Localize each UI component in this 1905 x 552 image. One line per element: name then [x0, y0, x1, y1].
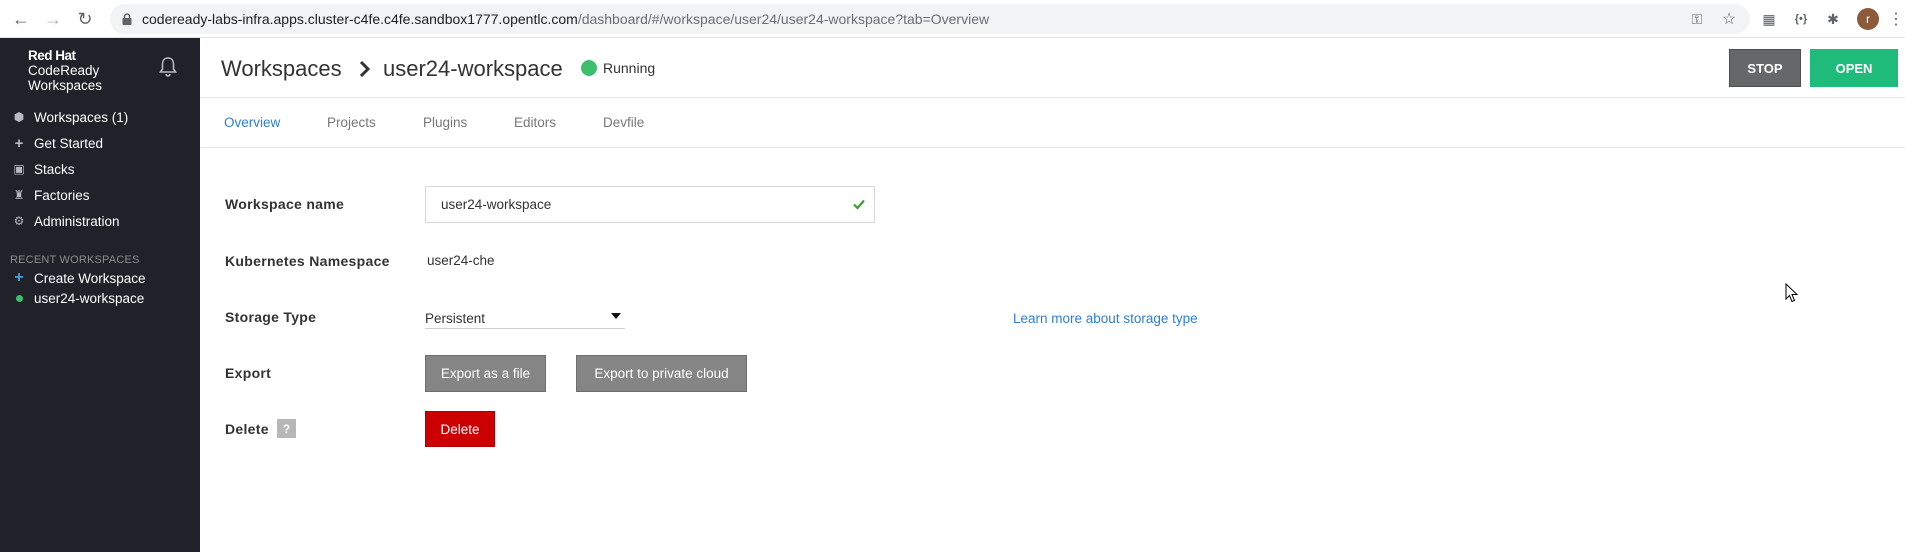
export-cloud-button[interactable]: Export to private cloud [576, 355, 747, 392]
plus-icon: + [14, 134, 24, 152]
back-icon[interactable]: ← [10, 8, 32, 30]
sidebar-item-label: Administration [34, 213, 120, 229]
recent-workspaces-list: + Create Workspace user24-workspace [0, 268, 200, 308]
page-header: Workspaces user24-workspace Running STOP… [200, 38, 1905, 98]
chevron-right-icon [359, 60, 371, 78]
caret-down-icon [611, 313, 621, 319]
storage-type-label: Storage Type [225, 309, 317, 325]
brand-line-1: Red Hat [28, 48, 76, 63]
storage-type-help-link[interactable]: Learn more about storage type [1013, 311, 1198, 326]
sidebar-item-label: Get Started [34, 135, 104, 151]
status-dot-icon [12, 291, 26, 305]
extension-code-icon[interactable]: {•} [1790, 8, 1812, 30]
plus-icon: + [14, 269, 24, 286]
tab-bar: Overview Projects Plugins Editors Devfil… [200, 98, 1905, 148]
namespace-value: user24-che [427, 253, 495, 268]
avatar[interactable]: r [1857, 8, 1879, 30]
key-icon[interactable]: ⚿ [1686, 8, 1708, 30]
open-button[interactable]: OPEN [1810, 49, 1898, 87]
stop-button[interactable]: STOP [1729, 49, 1801, 87]
status-indicator-icon [581, 60, 597, 76]
sidebar-item-create-workspace[interactable]: + Create Workspace [0, 268, 200, 288]
puzzle-icon[interactable]: ✱ [1822, 8, 1844, 30]
sidebar-item-stacks[interactable]: ▣ Stacks [0, 156, 200, 182]
sidebar-item-label: user24-workspace [34, 290, 145, 306]
address-bar[interactable]: codeready-labs-infra.apps.cluster-c4fe.c… [110, 4, 1750, 34]
recent-workspaces-title: RECENT WORKSPACES [10, 254, 140, 266]
tab-editors[interactable]: Editors [514, 115, 556, 130]
browser-toolbar: ← → ↻ codeready-labs-infra.apps.cluster-… [0, 0, 1905, 38]
workspace-name-value: user24-workspace [441, 197, 552, 212]
url-text: codeready-labs-infra.apps.cluster-c4fe.c… [142, 11, 990, 27]
namespace-label: Kubernetes Namespace [225, 253, 390, 269]
status-badge: Running [603, 60, 656, 76]
star-icon[interactable]: ☆ [1718, 8, 1740, 30]
delete-label: Delete [225, 421, 269, 437]
reload-icon[interactable]: ↻ [74, 8, 96, 30]
menu-dots-icon[interactable]: ⋮ [1885, 8, 1905, 30]
export-label: Export [225, 365, 272, 381]
bell-icon[interactable] [158, 56, 178, 78]
sidebar-item-label: Create Workspace [34, 270, 146, 286]
export-file-button[interactable]: Export as a file [425, 355, 546, 392]
breadcrumb-workspaces[interactable]: Workspaces [221, 56, 342, 82]
sidebar-nav: ⬢ Workspaces (1) + Get Started ▣ Stacks … [0, 104, 200, 234]
storage-type-select[interactable]: Persistent [425, 308, 625, 329]
brand-line-3: Workspaces [28, 78, 103, 93]
workspace-name-label: Workspace name [225, 196, 345, 212]
lock-icon [122, 13, 132, 25]
stack-icon: ▣ [13, 162, 25, 176]
tab-plugins[interactable]: Plugins [423, 115, 467, 130]
sidebar-item-recent-workspace[interactable]: user24-workspace [0, 288, 200, 308]
delete-button[interactable]: Delete [425, 411, 495, 447]
extension-grid-icon[interactable]: ▦ [1758, 8, 1780, 30]
sidebar-item-label: Workspaces (1) [34, 109, 129, 125]
brand-line-2: CodeReady [28, 63, 100, 78]
help-icon[interactable]: ? [277, 419, 296, 438]
mouse-cursor-icon [1785, 283, 1799, 303]
tab-devfile[interactable]: Devfile [603, 115, 644, 130]
sidebar-item-workspaces[interactable]: ⬢ Workspaces (1) [0, 104, 200, 130]
sidebar-item-factories[interactable]: ♜ Factories [0, 182, 200, 208]
sidebar-item-label: Factories [34, 187, 90, 203]
check-icon [853, 199, 865, 210]
sidebar-item-administration[interactable]: ⚙ Administration [0, 208, 200, 234]
tab-overview[interactable]: Overview [224, 115, 280, 130]
sidebar: Red Hat CodeReady Workspaces ⬢ Workspace… [0, 38, 200, 552]
sidebar-item-get-started[interactable]: + Get Started [0, 130, 200, 156]
brand-logo[interactable]: Red Hat CodeReady Workspaces [28, 48, 102, 93]
factory-icon: ♜ [13, 188, 25, 202]
workspace-name-field[interactable]: user24-workspace [425, 186, 875, 223]
forward-icon[interactable]: → [42, 8, 64, 30]
storage-type-value: Persistent [425, 311, 486, 326]
cube-icon: ⬢ [13, 110, 25, 124]
tab-projects[interactable]: Projects [327, 115, 376, 130]
sidebar-item-label: Stacks [34, 161, 75, 177]
gear-icon: ⚙ [13, 214, 25, 228]
page-title: user24-workspace [383, 56, 563, 81]
